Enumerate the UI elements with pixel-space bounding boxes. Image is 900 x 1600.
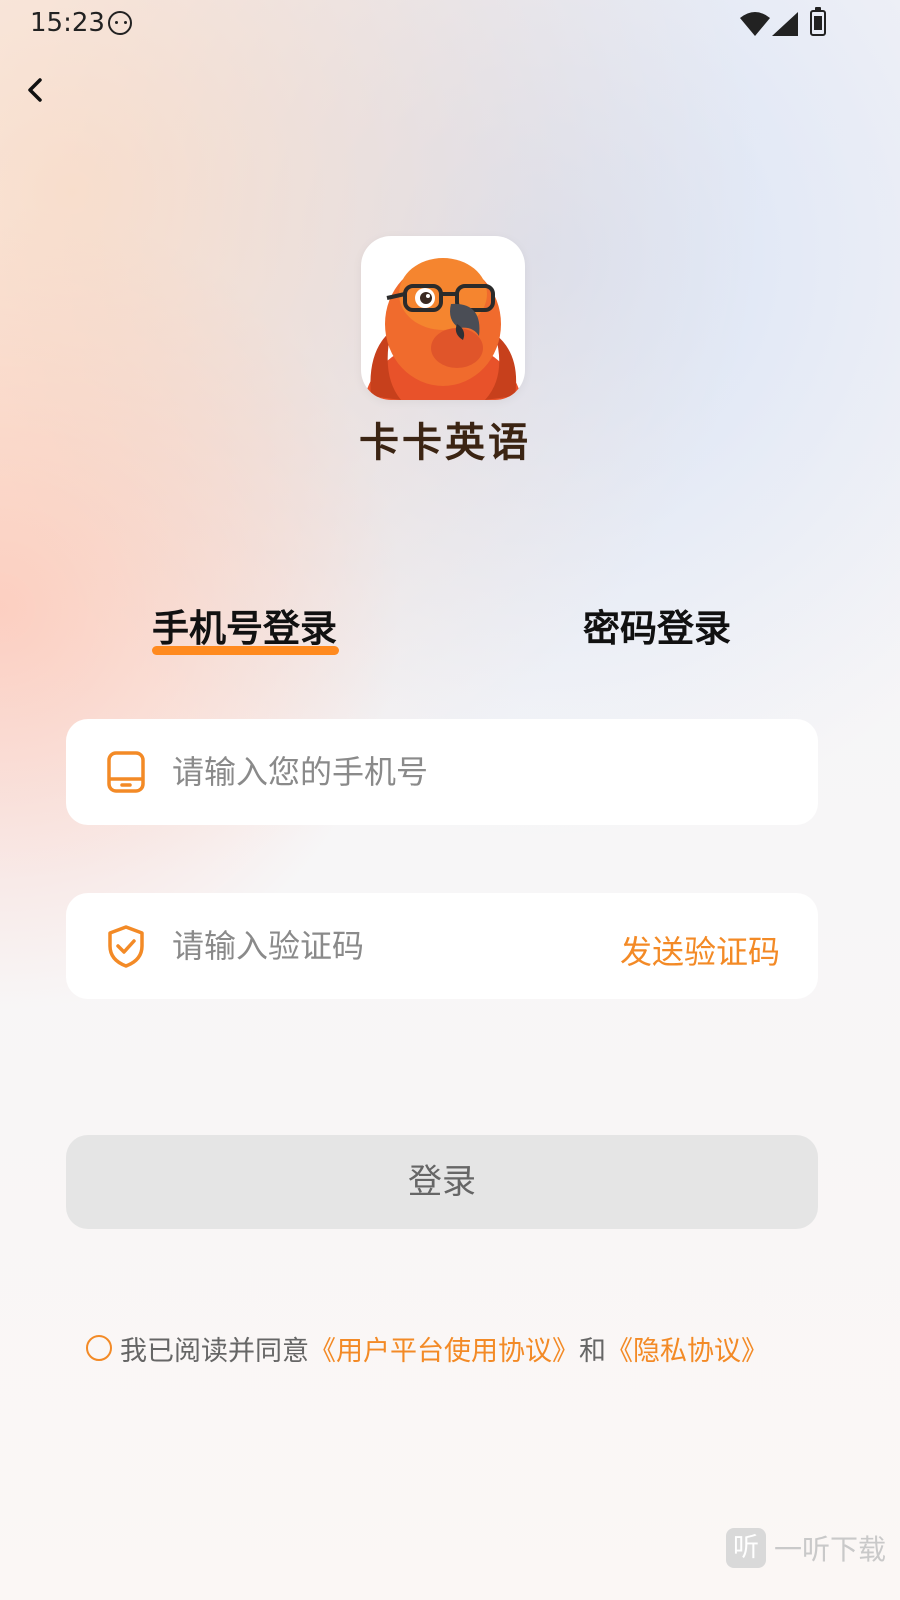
face-icon — [108, 11, 132, 35]
login-button[interactable]: 登录 — [66, 1135, 818, 1229]
phone-input[interactable] — [172, 745, 592, 799]
agreement-conjunction: 和 — [579, 1335, 606, 1367]
status-time: 15:23 — [30, 8, 105, 38]
agreement-checkbox[interactable] — [86, 1335, 112, 1361]
phone-field — [66, 719, 818, 825]
watermark-logo-icon: 听 — [726, 1528, 766, 1568]
app-name: 卡卡英语 — [359, 420, 531, 466]
back-button[interactable] — [20, 72, 56, 108]
send-code-button[interactable]: 发送验证码 — [620, 927, 780, 973]
code-input[interactable] — [172, 919, 592, 973]
agreement-prefix: 我已阅读并同意 — [120, 1335, 309, 1367]
privacy-link[interactable]: 《隐私协议》 — [606, 1329, 768, 1368]
phone-icon — [107, 751, 145, 793]
tab-password-login[interactable]: 密码登录 — [583, 598, 731, 652]
terms-link[interactable]: 《用户平台使用协议》 — [309, 1329, 579, 1368]
app-logo — [361, 236, 525, 400]
wifi-icon — [740, 12, 770, 36]
tab-phone-login[interactable]: 手机号登录 — [152, 598, 337, 652]
code-field: 发送验证码 — [66, 893, 818, 999]
battery-icon — [810, 7, 826, 36]
tab-active-indicator — [152, 646, 339, 655]
parrot-icon — [364, 258, 522, 400]
watermark: 听 一听下载 — [726, 1528, 886, 1568]
watermark-text: 一听下载 — [774, 1533, 887, 1566]
shield-check-icon — [108, 925, 144, 968]
agreement-row: 我已阅读并同意 《用户平台使用协议》 和 《隐私协议》 — [86, 1328, 768, 1368]
signal-icon — [772, 12, 798, 36]
